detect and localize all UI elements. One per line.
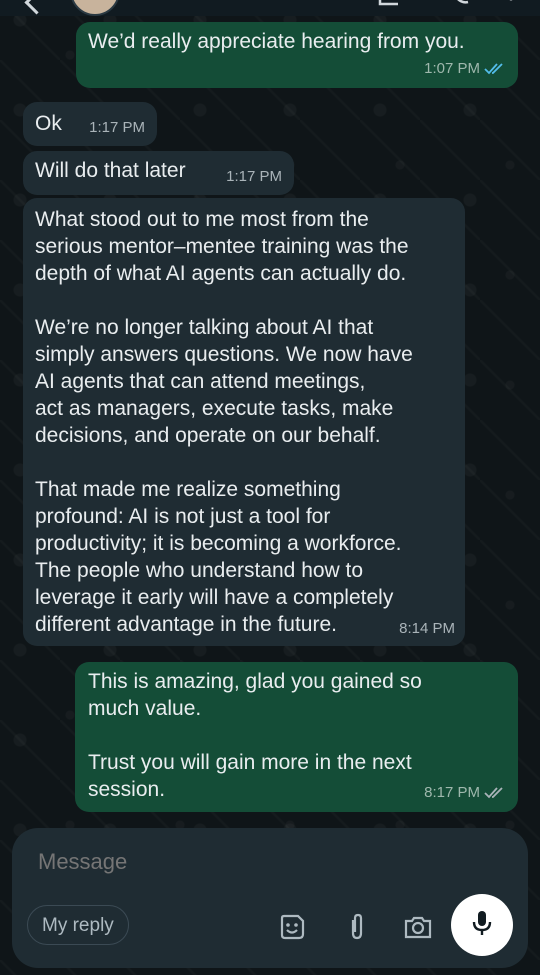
message-time: 8:17 PM: [424, 784, 480, 801]
message-text: What stood out to me most from the serio…: [35, 208, 413, 636]
sticker-icon[interactable]: [277, 912, 307, 942]
video-call-icon[interactable]: [378, 0, 402, 8]
mic-icon: [470, 908, 494, 943]
voice-message-button[interactable]: [451, 894, 513, 956]
camera-icon[interactable]: [403, 912, 433, 942]
message-time: 1:07 PM: [424, 60, 480, 77]
message-bubble-outgoing[interactable]: This is amazing, glad you gained so much…: [75, 662, 518, 812]
quick-reply-chip[interactable]: My reply: [27, 905, 129, 945]
message-time: 1:17 PM: [226, 168, 282, 185]
voice-call-icon[interactable]: [452, 0, 470, 8]
message-composer: My reply: [12, 828, 528, 968]
menu-dots-icon[interactable]: [508, 0, 514, 8]
message-bubble-incoming[interactable]: What stood out to me most from the serio…: [23, 198, 465, 646]
message-bubble-incoming[interactable]: Will do that later 1:17 PM: [23, 151, 294, 195]
read-receipt-icon: [484, 62, 506, 76]
message-input[interactable]: [36, 848, 500, 876]
message-time: 8:14 PM: [399, 620, 455, 637]
message-bubble-outgoing[interactable]: We’d really appreciate hearing from you.…: [76, 22, 518, 88]
message-time: 1:17 PM: [89, 119, 145, 136]
message-bubble-incoming[interactable]: Ok 1:17 PM: [23, 102, 157, 146]
message-text: We’d really appreciate hearing from you.: [88, 30, 465, 53]
delivered-receipt-icon: [484, 786, 506, 800]
attachment-icon[interactable]: [342, 912, 372, 942]
